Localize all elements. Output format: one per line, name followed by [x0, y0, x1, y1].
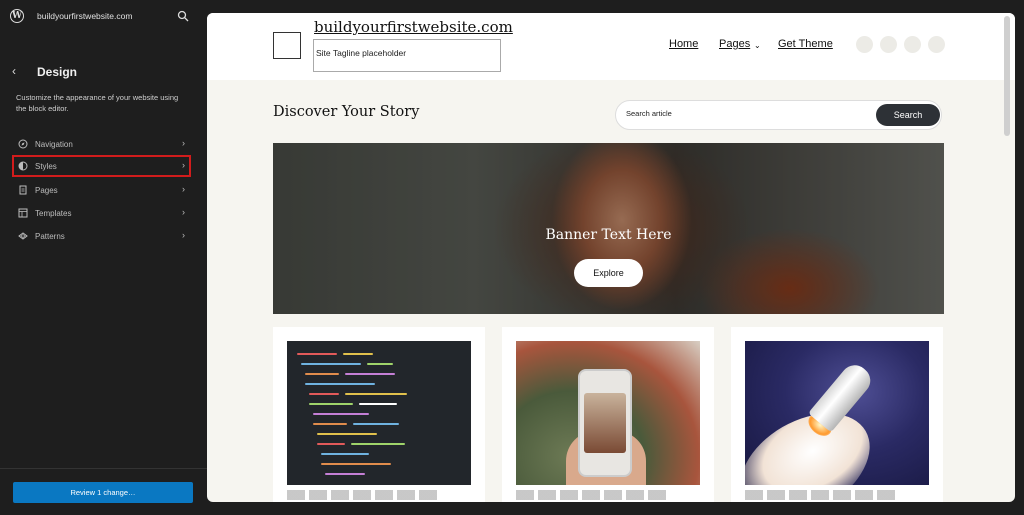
nav-link-pages[interactable]: Pages — [719, 38, 750, 50]
site-preview-canvas[interactable]: buildyourfirstwebsite.com Site Tagline p… — [207, 13, 1015, 502]
compass-icon — [18, 139, 28, 149]
half-circle-icon — [18, 161, 28, 171]
layout-icon — [18, 208, 28, 218]
twitter-icon[interactable] — [880, 36, 897, 53]
site-editor: W buildyourfirstwebsite.com ‹ Design Cus… — [0, 0, 1024, 515]
site-header: buildyourfirstwebsite.com Site Tagline p… — [207, 13, 1015, 80]
sidebar-item-pages[interactable]: Pages › — [12, 179, 191, 201]
search-form: Search — [615, 100, 942, 130]
sidebar-item-templates[interactable]: Templates › — [12, 202, 191, 224]
sidebar-item-styles[interactable]: Styles › — [12, 155, 191, 177]
panel-title: Design — [37, 65, 78, 79]
design-sidebar: W buildyourfirstwebsite.com ‹ Design Cus… — [0, 0, 207, 515]
sidebar-item-label: Pages — [35, 185, 58, 195]
chevron-right-icon: › — [182, 230, 185, 240]
sidebar-item-label: Patterns — [35, 231, 65, 241]
chevron-right-icon: › — [182, 138, 185, 148]
back-arrow-icon[interactable]: ‹ — [12, 65, 24, 77]
wordpress-logo-icon[interactable]: W — [10, 9, 24, 23]
sidebar-item-navigation[interactable]: Navigation › — [12, 133, 191, 155]
post-title-placeholder — [287, 490, 437, 500]
sidebar-item-label: Navigation — [35, 139, 73, 149]
search-icon[interactable] — [177, 10, 189, 22]
scrollbar[interactable] — [1004, 16, 1010, 136]
divider — [0, 468, 207, 469]
instagram-icon[interactable] — [904, 36, 921, 53]
sidebar-item-patterns[interactable]: Patterns › — [12, 225, 191, 247]
site-title[interactable]: buildyourfirstwebsite.com — [314, 18, 513, 36]
section-heading: Discover Your Story — [273, 104, 420, 120]
post-thumbnail[interactable] — [516, 341, 700, 485]
explore-button[interactable]: Explore — [574, 259, 643, 287]
post-thumbnail[interactable] — [287, 341, 471, 485]
post-card[interactable] — [502, 327, 714, 502]
chevron-right-icon: › — [182, 160, 185, 170]
post-thumbnail[interactable] — [745, 341, 929, 485]
facebook-icon[interactable] — [856, 36, 873, 53]
sidebar-item-label: Styles — [35, 161, 57, 171]
chevron-right-icon: › — [182, 207, 185, 217]
hero-banner: Banner Text Here Explore — [273, 143, 944, 314]
page-icon — [19, 185, 27, 195]
search-button[interactable]: Search — [876, 104, 940, 126]
phone-image — [578, 369, 632, 477]
nav-link-label: Pages — [719, 38, 751, 50]
site-logo-placeholder[interactable] — [273, 32, 301, 59]
post-title-placeholder — [516, 490, 666, 500]
nav-link-home[interactable]: Home — [669, 38, 698, 50]
chevron-right-icon: › — [182, 184, 185, 194]
review-changes-button[interactable]: Review 1 change… — [13, 482, 193, 503]
phone-screen — [584, 393, 626, 453]
diamond-icon — [18, 232, 28, 240]
chevron-down-icon: ⌄ — [754, 41, 761, 50]
post-card[interactable] — [731, 327, 943, 502]
search-input[interactable] — [626, 109, 866, 118]
site-tagline[interactable]: Site Tagline placeholder — [313, 39, 501, 72]
sidebar-item-label: Templates — [35, 208, 72, 218]
site-name[interactable]: buildyourfirstwebsite.com — [37, 11, 132, 21]
nav-link-get-theme[interactable]: Get Theme — [778, 38, 833, 50]
post-title-placeholder — [745, 490, 895, 500]
panel-description: Customize the appearance of your website… — [16, 93, 179, 113]
post-card[interactable] — [273, 327, 485, 502]
banner-text: Banner Text Here — [545, 227, 672, 243]
youtube-icon[interactable] — [928, 36, 945, 53]
